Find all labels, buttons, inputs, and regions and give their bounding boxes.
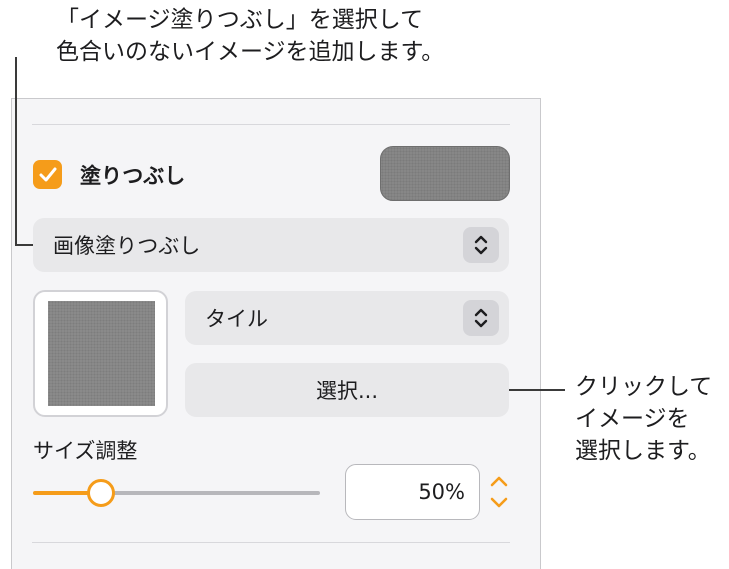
fill-type-popup[interactable]: 画像塗りつぶし <box>33 218 509 272</box>
checkmark-icon <box>39 167 56 181</box>
up-down-chevrons-icon <box>463 227 499 263</box>
callout-choose-line3: 選択します。 <box>575 438 711 464</box>
scale-slider-knob[interactable] <box>87 479 115 507</box>
callout-choose-line1: クリックして <box>575 374 713 400</box>
callout-fill-type-line1: 「イメージ塗りつぶし」を選択して <box>56 7 424 33</box>
callout-leader-horizontal <box>15 244 34 246</box>
scale-mode-selected: タイル <box>205 307 268 331</box>
scale-stepper-icon[interactable] <box>487 470 511 514</box>
scale-slider-track[interactable] <box>101 491 320 495</box>
callout-fill-type: 「イメージ塗りつぶし」を選択して 色合いのないイメージを追加します。 <box>56 4 444 68</box>
choose-image-button[interactable]: 選択... <box>185 363 509 417</box>
callout-leader-right <box>509 389 565 391</box>
callout-leader-vertical <box>15 57 17 246</box>
image-thumbnail <box>48 301 155 406</box>
callout-choose-image: クリックして イメージを 選択します。 <box>575 371 712 467</box>
fill-label: 塗りつぶし <box>80 164 186 188</box>
fill-checkbox[interactable] <box>33 160 62 189</box>
callout-choose-line2: イメージを <box>575 406 690 432</box>
scale-value-field[interactable]: 50% <box>345 464 480 520</box>
callout-fill-type-line2: 色合いのないイメージを追加します。 <box>56 39 445 65</box>
panel-divider-top <box>32 124 510 125</box>
image-scale-mode-popup[interactable]: タイル <box>185 291 509 345</box>
fill-color-well[interactable] <box>380 146 510 201</box>
image-well[interactable] <box>33 290 168 417</box>
fill-type-selected: 画像塗りつぶし <box>53 234 201 258</box>
panel-divider-bottom <box>32 542 510 543</box>
up-down-chevrons-icon <box>463 300 499 336</box>
scale-label: サイズ調整 <box>33 439 138 463</box>
